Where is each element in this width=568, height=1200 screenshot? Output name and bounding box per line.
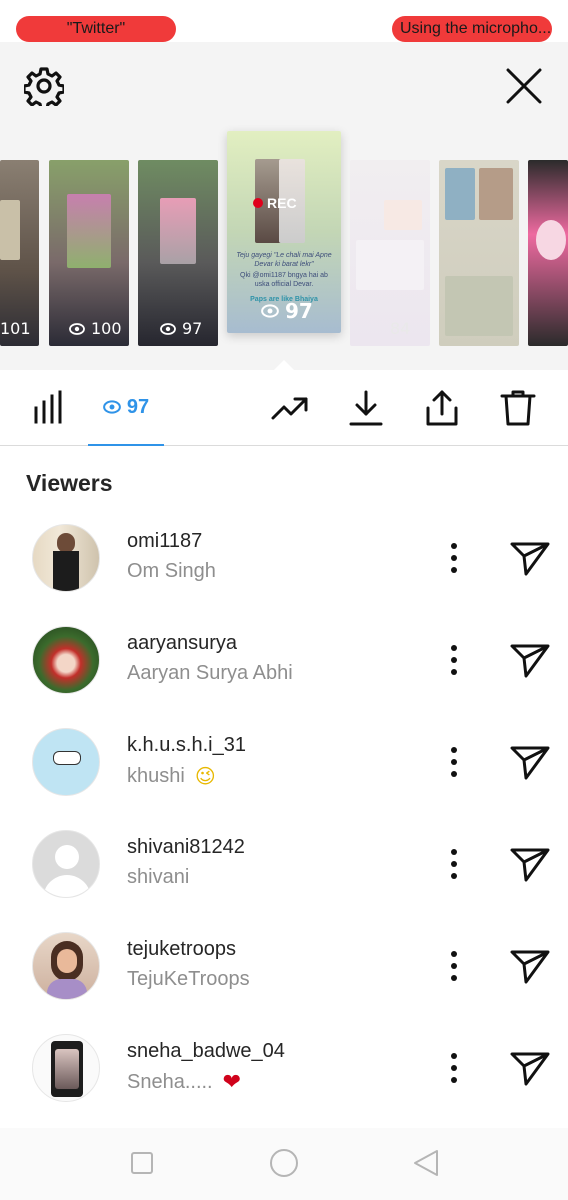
send-icon[interactable] — [508, 742, 552, 782]
home-circle-icon[interactable] — [267, 1146, 301, 1180]
avatar[interactable] — [32, 1034, 100, 1102]
more-icon[interactable] — [444, 844, 464, 884]
story-thumbnail-7[interactable] — [528, 160, 568, 346]
story-toolbar: 97 — [0, 370, 568, 446]
viewer-fullname: Aaryan Surya Abhi — [127, 662, 293, 685]
bar-chart-icon[interactable] — [30, 388, 70, 428]
story-thumbnail-3[interactable]: 97 — [138, 160, 218, 346]
thumbnail-count: 101 — [0, 319, 31, 338]
viewer-row[interactable]: shivani81242 shivani — [0, 814, 568, 914]
eye-icon — [160, 322, 176, 335]
fullname-text: shivani — [127, 866, 190, 888]
avatar[interactable] — [32, 932, 100, 1000]
viewer-username: tejuketroops — [127, 938, 236, 960]
rec-label: REC — [267, 195, 297, 211]
send-icon[interactable] — [508, 946, 552, 986]
viewer-username: sneha_badwe_04 — [127, 1040, 285, 1062]
heart-icon: ❤ — [222, 1070, 242, 1095]
eye-icon — [261, 304, 279, 318]
eye-icon — [102, 400, 121, 414]
thumbnail-count: 97 — [182, 319, 203, 338]
more-icon[interactable] — [444, 538, 464, 578]
story-thumbnail-1[interactable]: 101 — [0, 160, 39, 346]
status-bar: "Twitter" Using the micropho... — [0, 0, 568, 42]
rec-indicator: REC — [253, 195, 297, 211]
viewer-fullname: Om Singh — [127, 560, 216, 583]
record-dot-icon — [253, 198, 263, 208]
eye-icon — [69, 322, 85, 335]
viewer-row[interactable]: tejuketroops TejuKeTroops — [0, 916, 568, 1016]
story-strip: 101 100 97 REC Teju gayegi "Le chali mai… — [0, 42, 568, 372]
viewer-fullname: Sneha..... ❤ — [127, 1070, 241, 1095]
viewer-fullname: khushi 😉 — [127, 764, 216, 788]
navigation-bar — [0, 1128, 568, 1200]
viewer-row[interactable]: omi1187 Om Singh — [0, 508, 568, 608]
trending-icon[interactable] — [270, 388, 310, 428]
twitter-pill[interactable]: "Twitter" — [16, 16, 176, 42]
send-icon[interactable] — [508, 1048, 552, 1088]
viewer-username: omi1187 — [127, 530, 203, 552]
close-icon[interactable] — [504, 66, 544, 106]
more-icon[interactable] — [444, 946, 464, 986]
share-icon[interactable] — [422, 388, 462, 428]
download-icon[interactable] — [346, 388, 386, 428]
avatar[interactable] — [32, 524, 100, 592]
trash-icon[interactable] — [498, 388, 538, 428]
send-icon[interactable] — [508, 844, 552, 884]
viewer-row[interactable]: k.h.u.s.h.i_31 khushi 😉 — [0, 712, 568, 812]
story-caption: Teju gayegi "Le chali mai Apne Devar ki … — [236, 252, 332, 268]
viewer-fullname: TejuKeTroops — [127, 968, 250, 991]
send-icon[interactable] — [508, 640, 552, 680]
views-count: 97 — [126, 395, 150, 418]
fullname-text: Sneha..... — [127, 1071, 213, 1093]
viewers-heading: Viewers — [26, 470, 113, 496]
back-triangle-icon[interactable] — [409, 1146, 443, 1180]
fullname-text: Om Singh — [127, 560, 216, 582]
fullname-text: khushi — [127, 764, 185, 787]
viewer-username: aaryansurya — [127, 632, 238, 654]
microphone-pill[interactable]: Using the micropho... — [392, 16, 552, 42]
thumbnail-count: 100 — [91, 319, 122, 338]
avatar[interactable] — [32, 728, 100, 796]
story-thumbnail-current[interactable]: REC Teju gayegi "Le chali mai Apne Devar… — [227, 131, 341, 333]
story-thumbnail-5[interactable]: 84 — [350, 160, 430, 346]
story-caption-2: Qki @omi1187 bngya hai ab uska official … — [240, 272, 328, 288]
more-icon[interactable] — [444, 742, 464, 782]
fullname-text: Aaryan Surya Abhi — [127, 662, 293, 684]
thumbnail-count: 84 — [390, 319, 411, 338]
viewer-row[interactable]: sneha_badwe_04 Sneha..... ❤ — [0, 1018, 568, 1118]
viewer-fullname: shivani — [127, 866, 189, 889]
send-icon[interactable] — [508, 538, 552, 578]
avatar[interactable] — [32, 626, 100, 694]
more-icon[interactable] — [444, 1048, 464, 1088]
thumbnail-count: 97 — [285, 299, 313, 323]
viewer-username: k.h.u.s.h.i_31 — [127, 734, 246, 756]
wink-emoji-icon: 😉 — [194, 764, 216, 788]
viewer-row[interactable]: aaryansurya Aaryan Surya Abhi — [0, 610, 568, 710]
recents-square-icon[interactable] — [125, 1146, 159, 1180]
viewer-username: shivani81242 — [127, 836, 245, 858]
avatar[interactable] — [32, 830, 100, 898]
fullname-text: TejuKeTroops — [127, 968, 250, 990]
story-thumbnail-2[interactable]: 100 — [49, 160, 129, 346]
tab-views[interactable]: 97 — [88, 370, 164, 446]
more-icon[interactable] — [444, 640, 464, 680]
story-thumbnail-6[interactable] — [439, 160, 519, 346]
gear-icon[interactable] — [24, 66, 64, 106]
